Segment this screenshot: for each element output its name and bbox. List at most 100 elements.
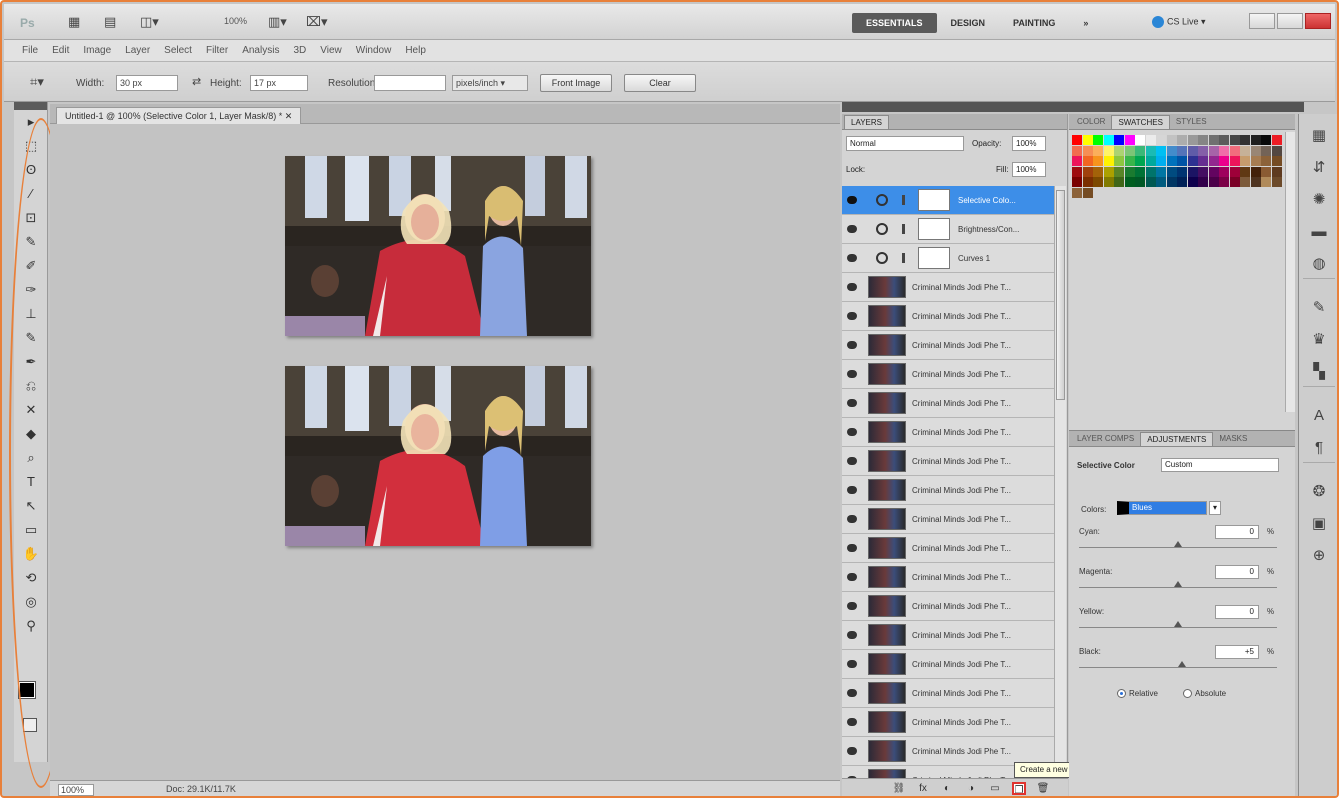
tool-icon[interactable]: ⟲	[20, 566, 42, 590]
visibility-eye-icon[interactable]	[847, 631, 857, 639]
workspace-more[interactable]: »	[1069, 13, 1102, 33]
swatch[interactable]	[1166, 156, 1177, 166]
swatch[interactable]	[1156, 156, 1166, 166]
swatch[interactable]	[1219, 166, 1229, 177]
fill-input[interactable]: 100%	[1012, 162, 1046, 177]
swatch[interactable]	[1219, 177, 1229, 187]
menu-select[interactable]: Select	[164, 45, 192, 56]
swatch[interactable]	[1198, 166, 1208, 177]
swatch[interactable]	[1187, 145, 1198, 156]
new-adjustment-layer-icon[interactable]: ◑	[964, 782, 978, 795]
layer-mask-thumbnail[interactable]	[918, 218, 950, 240]
visibility-eye-icon[interactable]	[847, 370, 857, 378]
visibility-eye-icon[interactable]	[847, 515, 857, 523]
tool-icon[interactable]: ✕	[20, 398, 42, 422]
swatch[interactable]	[1177, 156, 1187, 166]
adjustment-slider-track[interactable]	[1079, 667, 1277, 668]
swatch[interactable]	[1103, 145, 1114, 156]
swatch[interactable]	[1271, 156, 1282, 166]
layer-row[interactable]: Criminal Minds Jodi Phe T...	[842, 418, 1054, 447]
adjustment-field-input[interactable]: 0	[1215, 565, 1259, 579]
swatch[interactable]	[1093, 166, 1103, 177]
adjustment-field-input[interactable]: 0	[1215, 525, 1259, 539]
layer-row[interactable]: Criminal Minds Jodi Phe T...	[842, 679, 1054, 708]
layer-row[interactable]: Brightness/Con...	[842, 215, 1054, 244]
3d-icon[interactable]: ❂	[1309, 482, 1329, 502]
swatch[interactable]	[1145, 177, 1156, 187]
visibility-eye-icon[interactable]	[847, 660, 857, 668]
swatch[interactable]	[1229, 177, 1240, 187]
adjustment-slider-knob[interactable]	[1174, 581, 1182, 587]
layer-row[interactable]: Criminal Minds Jodi Phe T...	[842, 708, 1054, 737]
document-tab[interactable]: Untitled-1 @ 100% (Selective Color 1, La…	[56, 107, 302, 124]
swatch[interactable]	[1261, 135, 1271, 145]
relative-radio[interactable]	[1117, 689, 1126, 698]
animation-icon[interactable]: ▣	[1309, 514, 1329, 534]
swatch[interactable]	[1135, 166, 1145, 177]
visibility-eye-icon[interactable]	[847, 602, 857, 610]
swap-dimensions-icon[interactable]: ⇄	[192, 74, 201, 90]
swatch[interactable]	[1156, 135, 1166, 145]
swatch[interactable]	[1208, 177, 1219, 187]
layers-scroll-thumb[interactable]	[1056, 190, 1065, 400]
visibility-eye-icon[interactable]	[847, 196, 857, 204]
tab-swatches[interactable]: SWATCHES	[1111, 115, 1170, 129]
swatch[interactable]	[1250, 156, 1261, 166]
document-size[interactable]: Doc: 29.1K/11.7K	[166, 784, 236, 794]
mask-link-icon[interactable]	[902, 253, 905, 263]
swatch[interactable]	[1093, 177, 1103, 187]
swatch[interactable]	[1219, 145, 1229, 156]
menu-image[interactable]: Image	[83, 45, 111, 56]
brushes-icon[interactable]: ◍	[1309, 254, 1329, 274]
swatch[interactable]	[1240, 177, 1250, 187]
swatch[interactable]	[1072, 166, 1082, 177]
layer-row[interactable]: Criminal Minds Jodi Phe T...	[842, 360, 1054, 389]
swatch[interactable]	[1145, 156, 1156, 166]
layer-row[interactable]: Criminal Minds Jodi Phe T...	[842, 505, 1054, 534]
menu-edit[interactable]: Edit	[52, 45, 69, 56]
paragraph-icon[interactable]: ¶	[1309, 438, 1329, 458]
absolute-radio[interactable]	[1183, 689, 1192, 698]
height-input[interactable]: 17 px	[250, 75, 308, 91]
swatch[interactable]	[1124, 145, 1135, 156]
visibility-eye-icon[interactable]	[847, 573, 857, 581]
swatch[interactable]	[1114, 145, 1124, 156]
swatch[interactable]	[1198, 145, 1208, 156]
layer-style-icon[interactable]: fx	[916, 782, 930, 795]
swatch[interactable]	[1145, 135, 1156, 145]
cs-live-button[interactable]: CS Live ▾	[1152, 16, 1206, 28]
tool-icon[interactable]: ✒	[20, 350, 42, 374]
maximize-button[interactable]	[1277, 13, 1303, 29]
swatch[interactable]	[1072, 145, 1082, 156]
swatch[interactable]	[1229, 145, 1240, 156]
swatch[interactable]	[1103, 135, 1114, 145]
info-icon[interactable]: ✺	[1309, 190, 1329, 210]
notes-icon[interactable]: ⊕	[1309, 546, 1329, 566]
tool-icon[interactable]: ⌕	[20, 446, 42, 470]
swatch[interactable]	[1229, 135, 1240, 145]
tab-layers[interactable]: LAYERS	[844, 115, 889, 129]
layer-row[interactable]: Criminal Minds Jodi Phe T...	[842, 563, 1054, 592]
swatch[interactable]	[1208, 156, 1219, 166]
layers-scrollbar[interactable]	[1054, 186, 1066, 784]
histogram-icon[interactable]: ▦	[1309, 126, 1329, 146]
swatch[interactable]	[1124, 156, 1135, 166]
swatch[interactable]	[1114, 156, 1124, 166]
colors-dropdown-arrow[interactable]: ▾	[1209, 501, 1221, 515]
swatch[interactable]	[1240, 145, 1250, 156]
menu-analysis[interactable]: Analysis	[242, 45, 279, 56]
swatch[interactable]	[1261, 177, 1271, 187]
workspace-essentials[interactable]: ESSENTIALS	[852, 13, 937, 33]
arrange-documents-icon[interactable]: ▥▾	[268, 14, 287, 30]
swatch[interactable]	[1082, 156, 1093, 166]
swatch[interactable]	[1250, 177, 1261, 187]
swatch[interactable]	[1135, 156, 1145, 166]
canvas-area[interactable]	[50, 124, 840, 780]
swatch[interactable]	[1229, 166, 1240, 177]
layer-row[interactable]: Criminal Minds Jodi Phe T...	[842, 273, 1054, 302]
launch-bridge-icon[interactable]: ▦	[68, 14, 80, 30]
swatch[interactable]	[1156, 145, 1166, 156]
swatch[interactable]	[1103, 156, 1114, 166]
adjustment-slider-track[interactable]	[1079, 547, 1277, 548]
swatch[interactable]	[1187, 166, 1198, 177]
